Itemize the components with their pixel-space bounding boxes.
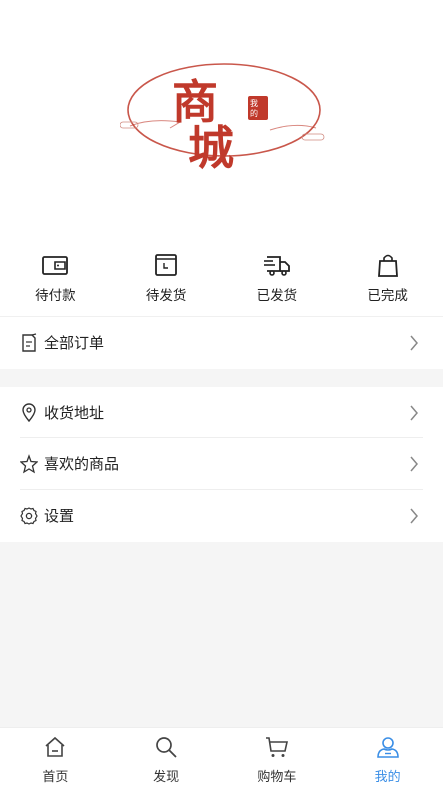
empty-area (0, 542, 443, 727)
home-icon (45, 736, 65, 757)
logo-seal-text-1: 我 (250, 98, 258, 108)
order-list-icon (22, 333, 37, 352)
status-pending-payment[interactable]: 待付款 (0, 232, 111, 316)
status-label: 待发货 (145, 288, 187, 304)
logo-seal-text-2: 的 (250, 108, 258, 118)
chevron-right-icon (410, 335, 418, 351)
mall-logo-graphic: 商 城 我 的 (119, 63, 325, 175)
section-gap (0, 369, 443, 387)
app-root: 商 城 我 的 待付款 待发货 已发货 已完成 全部订单 收货地址 喜欢的商品 … (0, 0, 443, 786)
nav-label: 发现 (153, 770, 180, 785)
truck-icon (263, 256, 290, 276)
calendar-icon (155, 254, 178, 276)
menu-row-address[interactable]: 收货地址 (0, 387, 443, 439)
status-label: 已发货 (256, 288, 298, 304)
status-label: 待付款 (35, 288, 76, 304)
wallet-icon (42, 256, 69, 275)
nav-label: 首页 (42, 770, 69, 785)
nav-label: 我的 (374, 770, 401, 785)
chevron-right-icon (410, 456, 418, 472)
user-icon (376, 737, 399, 758)
star-icon (20, 454, 38, 474)
nav-label: 购物车 (257, 770, 297, 785)
cart-icon (265, 737, 288, 757)
chevron-right-icon (410, 508, 418, 524)
menu-row-label: 收货地址 (44, 404, 105, 422)
status-label: 已完成 (367, 288, 408, 304)
status-completed[interactable]: 已完成 (332, 232, 443, 316)
profile-header: 商 城 我 的 (0, 0, 443, 232)
menu-row-label: 全部订单 (44, 334, 105, 352)
nav-cart[interactable]: 购物车 (222, 728, 333, 786)
search-icon (156, 737, 177, 758)
nav-home[interactable]: 首页 (0, 728, 111, 786)
menu-row-favorites[interactable]: 喜欢的商品 (0, 438, 443, 490)
bag-icon (377, 254, 398, 277)
menu-row-label: 设置 (44, 507, 75, 525)
menu-row-settings[interactable]: 设置 (0, 490, 443, 542)
menu-row-label: 喜欢的商品 (44, 455, 120, 473)
bottom-navigation: 首页 发现 购物车 我的 (0, 727, 443, 786)
nav-discover[interactable]: 发现 (111, 728, 222, 786)
status-pending-shipment[interactable]: 待发货 (111, 232, 222, 316)
mall-logo: 商 城 我 的 (119, 58, 330, 175)
order-status-row: 待付款 待发货 已发货 已完成 (0, 232, 443, 316)
gear-icon (20, 507, 38, 525)
nav-mine[interactable]: 我的 (332, 728, 443, 786)
logo-char-cheng: 城 (188, 121, 234, 170)
menu-row-all-orders[interactable]: 全部订单 (0, 317, 443, 369)
status-shipped[interactable]: 已发货 (222, 232, 333, 316)
location-icon (22, 403, 36, 423)
chevron-right-icon (410, 405, 418, 421)
